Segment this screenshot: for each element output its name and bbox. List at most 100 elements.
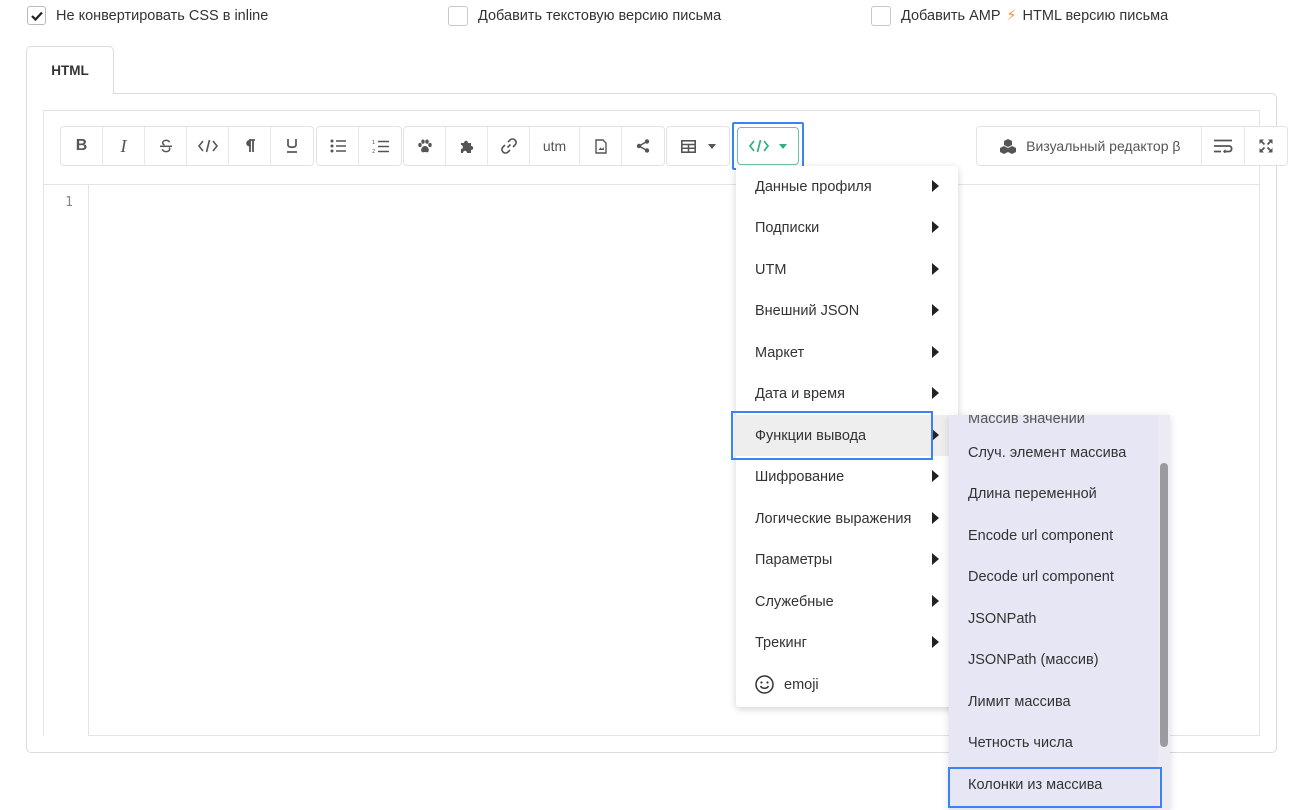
link-icon bbox=[500, 138, 517, 154]
caret-down-icon bbox=[779, 143, 787, 149]
right-group: Визуальный редактор β bbox=[976, 126, 1288, 166]
submenu-arrow-icon bbox=[932, 387, 939, 399]
paragraph-button[interactable] bbox=[229, 127, 271, 165]
submenu-scrollbar-track[interactable] bbox=[1158, 415, 1170, 810]
output-functions-submenu: Массив значений Случ. элемент массива Дл… bbox=[949, 415, 1170, 810]
line-number: 1 bbox=[65, 195, 73, 210]
menu-item-external-json[interactable]: Внешний JSON bbox=[736, 290, 958, 331]
expand-icon bbox=[1259, 139, 1273, 153]
italic-icon: I bbox=[120, 135, 127, 156]
submenu-item-jsonpath-array[interactable]: JSONPath (массив) bbox=[949, 639, 1159, 680]
file-icon bbox=[594, 138, 607, 154]
menu-item-parameters[interactable]: Параметры bbox=[736, 539, 958, 580]
submenu-item-variable-length[interactable]: Длина переменной bbox=[949, 473, 1159, 514]
submenu-arrow-icon bbox=[932, 221, 939, 233]
submenu-item-encode-url[interactable]: Encode url component bbox=[949, 515, 1159, 556]
menu-item-label: Логические выражения bbox=[755, 510, 912, 527]
bullet-list-icon bbox=[330, 139, 346, 153]
menu-item-emoji[interactable]: emoji bbox=[736, 664, 958, 705]
menu-item-utm[interactable]: UTM bbox=[736, 249, 958, 290]
underline-icon bbox=[287, 139, 297, 153]
table-group bbox=[666, 126, 730, 166]
submenu-arrow-icon bbox=[932, 180, 939, 192]
text-version-checkbox[interactable] bbox=[448, 6, 468, 26]
share-icon bbox=[636, 139, 650, 153]
tab-html[interactable]: HTML bbox=[26, 46, 114, 94]
checkmark-icon bbox=[30, 11, 43, 21]
insert-group: utm bbox=[403, 126, 665, 166]
code-icon bbox=[197, 139, 218, 153]
submenu-arrow-icon bbox=[932, 595, 939, 607]
paw-button[interactable] bbox=[404, 127, 446, 165]
menu-item-label: Подписки bbox=[755, 219, 820, 236]
utm-button[interactable]: utm bbox=[530, 127, 580, 165]
amp-label-before: Добавить AMP bbox=[901, 8, 1001, 24]
italic-button[interactable]: I bbox=[103, 127, 145, 165]
line-gutter: 1 bbox=[44, 185, 89, 736]
menu-item-market[interactable]: Маркет bbox=[736, 332, 958, 373]
paragraph-icon bbox=[245, 139, 255, 152]
lightning-icon: ⚡ bbox=[1006, 8, 1017, 24]
submenu-scrollbar-thumb[interactable] bbox=[1160, 463, 1168, 747]
bullet-list-button[interactable] bbox=[317, 127, 359, 165]
numbered-list-icon: 12 bbox=[372, 140, 389, 154]
list-group: 12 bbox=[316, 126, 402, 166]
menu-item-encryption[interactable]: Шифрование bbox=[736, 456, 958, 497]
menu-item-label: Данные профиля bbox=[755, 178, 872, 195]
menu-item-logical-expressions[interactable]: Логические выражения bbox=[736, 498, 958, 539]
tab-html-label: HTML bbox=[51, 63, 89, 78]
strikethrough-button[interactable] bbox=[145, 127, 187, 165]
no-inline-css-label: Не конвертировать CSS в inline bbox=[56, 7, 269, 24]
email-options: Не конвертировать CSS в inline Добавить … bbox=[0, 6, 1300, 30]
submenu-item-array-limit[interactable]: Лимит массива bbox=[949, 681, 1159, 722]
puzzle-icon bbox=[460, 140, 473, 153]
amp-version-label: Добавить AMP ⚡ HTML версию письма bbox=[901, 8, 1168, 24]
amp-version-checkbox[interactable] bbox=[871, 6, 891, 26]
submenu-arrow-icon bbox=[932, 429, 939, 441]
submenu-item-decode-url[interactable]: Decode url component bbox=[949, 556, 1159, 597]
underline-button[interactable] bbox=[271, 127, 313, 165]
amp-version-option[interactable]: Добавить AMP ⚡ HTML версию письма bbox=[871, 6, 1168, 26]
menu-item-tracking[interactable]: Трекинг bbox=[736, 622, 958, 663]
table-button[interactable] bbox=[667, 127, 729, 165]
strikethrough-icon bbox=[159, 139, 172, 153]
submenu-arrow-icon bbox=[932, 346, 939, 358]
submenu-item-number-parity[interactable]: Четность числа bbox=[949, 722, 1159, 763]
submenu-item-jsonpath[interactable]: JSONPath bbox=[949, 598, 1159, 639]
share-button[interactable] bbox=[622, 127, 664, 165]
visual-editor-button[interactable]: Визуальный редактор β bbox=[977, 127, 1202, 165]
bold-button[interactable]: B bbox=[61, 127, 103, 165]
submenu-item-partial[interactable]: Массив значений bbox=[949, 415, 1159, 429]
columns-from-array-highlight bbox=[948, 767, 1162, 808]
submenu-arrow-icon bbox=[932, 263, 939, 275]
amp-label-after: HTML версию письма bbox=[1022, 8, 1169, 24]
submenu-item-random-element[interactable]: Случ. элемент массива bbox=[949, 432, 1159, 473]
menu-item-profile-data[interactable]: Данные профиля bbox=[736, 166, 958, 207]
svg-text:1: 1 bbox=[372, 140, 375, 146]
menu-item-subscriptions[interactable]: Подписки bbox=[736, 207, 958, 248]
inline-code-button[interactable] bbox=[187, 127, 229, 165]
numbered-list-button[interactable]: 12 bbox=[359, 127, 401, 165]
no-inline-css-option[interactable]: Не конвертировать CSS в inline bbox=[27, 6, 268, 25]
utm-label: utm bbox=[542, 138, 567, 154]
submenu-arrow-icon bbox=[932, 304, 939, 316]
file-button[interactable] bbox=[580, 127, 622, 165]
menu-item-label: emoji bbox=[784, 676, 819, 693]
editor-toolbar: B I 12 utm Визуальный редактор β bbox=[44, 111, 1288, 185]
no-inline-css-checkbox[interactable] bbox=[27, 6, 46, 25]
bold-icon: B bbox=[75, 137, 88, 154]
link-button[interactable] bbox=[488, 127, 530, 165]
smile-icon bbox=[755, 675, 774, 694]
table-icon bbox=[680, 139, 696, 153]
fullscreen-button[interactable] bbox=[1245, 127, 1287, 165]
menu-item-service[interactable]: Служебные bbox=[736, 581, 958, 622]
svg-text:2: 2 bbox=[372, 149, 375, 154]
menu-item-label: Шифрование bbox=[755, 468, 845, 485]
text-version-option[interactable]: Добавить текстовую версию письма bbox=[448, 6, 721, 26]
insert-code-dropdown-button[interactable] bbox=[737, 127, 799, 165]
wrap-lines-button[interactable] bbox=[1202, 127, 1246, 165]
text-version-label: Добавить текстовую версию письма bbox=[478, 8, 722, 24]
menu-item-label: Трекинг bbox=[755, 634, 807, 651]
menu-item-date-time[interactable]: Дата и время bbox=[736, 373, 958, 414]
puzzle-button[interactable] bbox=[446, 127, 488, 165]
